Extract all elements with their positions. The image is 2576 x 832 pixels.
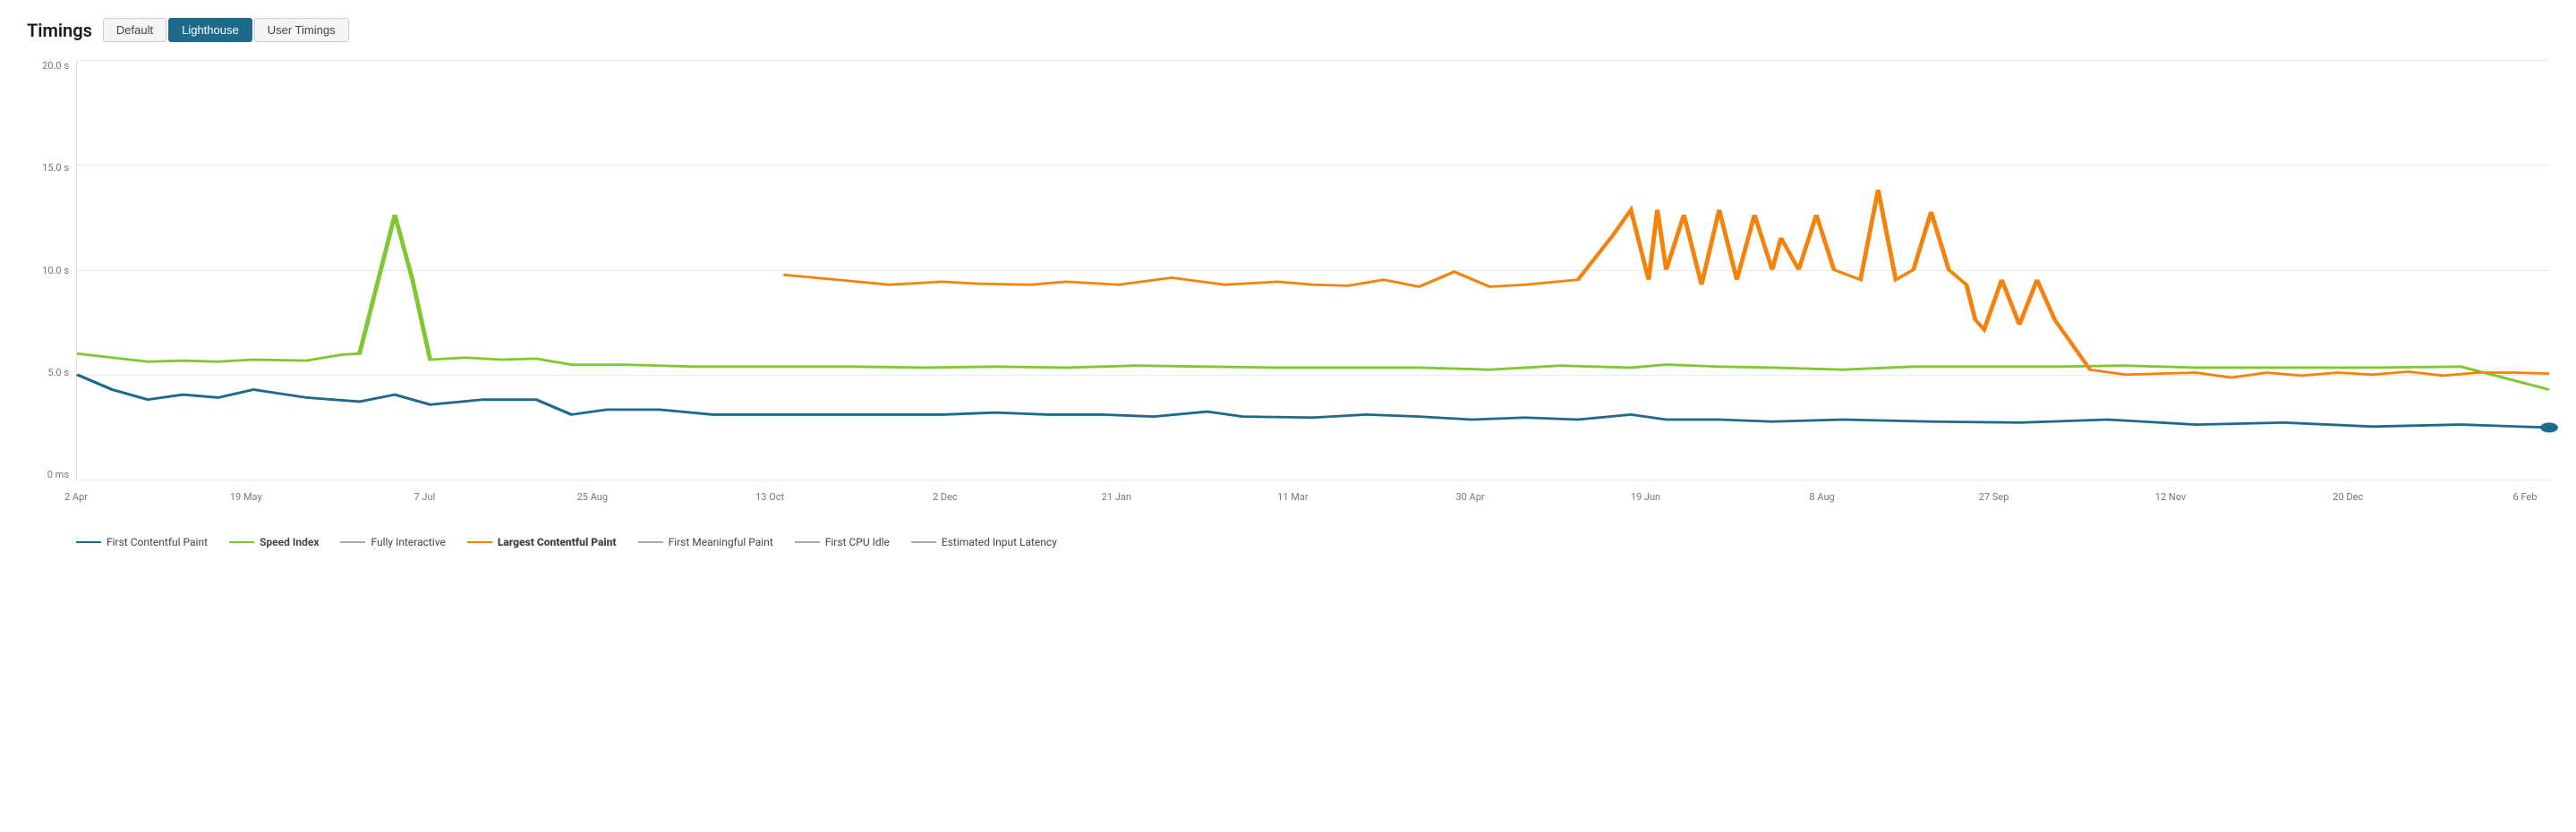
legend-fmp-label: First Meaningful Paint [669, 536, 773, 548]
legend-fmp-line [638, 541, 663, 543]
x-label-nov: 12 Nov [2155, 491, 2186, 503]
legend-lcp-line [467, 541, 492, 543]
fcp-line [77, 375, 2549, 428]
header-row: Timings Default Lighthouse User Timings [27, 18, 2549, 42]
y-label-15: 15.0 s [42, 162, 69, 174]
tab-user-timings[interactable]: User Timings [254, 18, 349, 42]
legend-fcp-label: First Contentful Paint [107, 536, 208, 548]
legend-input-latency: Estimated Input Latency [911, 536, 1057, 548]
legend: First Contentful Paint Speed Index Fully… [27, 536, 2549, 548]
legend-input-line [911, 541, 936, 543]
tab-default[interactable]: Default [103, 18, 166, 42]
y-label-5: 5.0 s [47, 367, 69, 378]
x-label-feb: 6 Feb [2512, 491, 2537, 503]
legend-fmp: First Meaningful Paint [638, 536, 773, 548]
legend-cpu-line [795, 541, 820, 543]
legend-lcp: Largest Contentful Paint [467, 536, 617, 548]
x-label-may: 19 May [230, 491, 262, 503]
chart-area [76, 60, 2549, 480]
x-label-aug: 25 Aug [577, 491, 608, 503]
legend-speed-index-line [229, 541, 254, 543]
x-label-jan: 21 Jan [1102, 491, 1131, 503]
x-label-aug2: 8 Aug [1809, 491, 1834, 503]
x-label-sep: 27 Sep [1979, 491, 2009, 503]
x-label-apr: 2 Apr [64, 491, 88, 503]
legend-fcp: First Contentful Paint [76, 536, 208, 548]
x-label-dec: 2 Dec [933, 491, 958, 503]
speed-index-line [77, 215, 2549, 389]
legend-cpu-label: First CPU Idle [825, 536, 890, 548]
x-label-dec2: 20 Dec [2333, 491, 2363, 503]
x-label-apr2: 30 Apr [1455, 491, 1484, 503]
legend-cpu-idle: First CPU Idle [795, 536, 890, 548]
x-axis: 2 Apr 19 May 7 Jul 25 Aug 13 Oct 2 Dec 2… [76, 491, 2549, 503]
legend-fully-interactive: Fully Interactive [340, 536, 445, 548]
legend-fi-label: Fully Interactive [371, 536, 445, 548]
y-axis: 20.0 s 15.0 s 10.0 s 5.0 s 0 ms [27, 60, 76, 480]
y-label-10: 10.0 s [42, 265, 69, 276]
y-label-20: 20.0 s [42, 60, 69, 72]
fcp-end-dot [2540, 422, 2558, 432]
x-label-jun: 19 Jun [1631, 491, 1660, 503]
chart-wrapper: 20.0 s 15.0 s 10.0 s 5.0 s 0 ms [27, 60, 2549, 525]
legend-lcp-label: Largest Contentful Paint [498, 536, 617, 548]
page-title: Timings [27, 20, 92, 41]
x-label-oct: 13 Oct [755, 491, 784, 503]
tab-lighthouse[interactable]: Lighthouse [168, 18, 252, 42]
legend-fcp-line [76, 541, 101, 543]
legend-speed-index-label: Speed Index [260, 536, 319, 548]
chart-svg [77, 60, 2549, 480]
timings-panel: Timings Default Lighthouse User Timings … [0, 0, 2576, 566]
legend-input-label: Estimated Input Latency [942, 536, 1057, 548]
legend-fi-line [340, 541, 365, 543]
x-label-jul: 7 Jul [414, 491, 435, 503]
x-label-mar: 11 Mar [1277, 491, 1308, 503]
legend-speed-index: Speed Index [229, 536, 319, 548]
lcp-line [783, 190, 2549, 378]
y-label-0: 0 ms [47, 469, 69, 480]
tab-group: Default Lighthouse User Timings [103, 18, 349, 42]
